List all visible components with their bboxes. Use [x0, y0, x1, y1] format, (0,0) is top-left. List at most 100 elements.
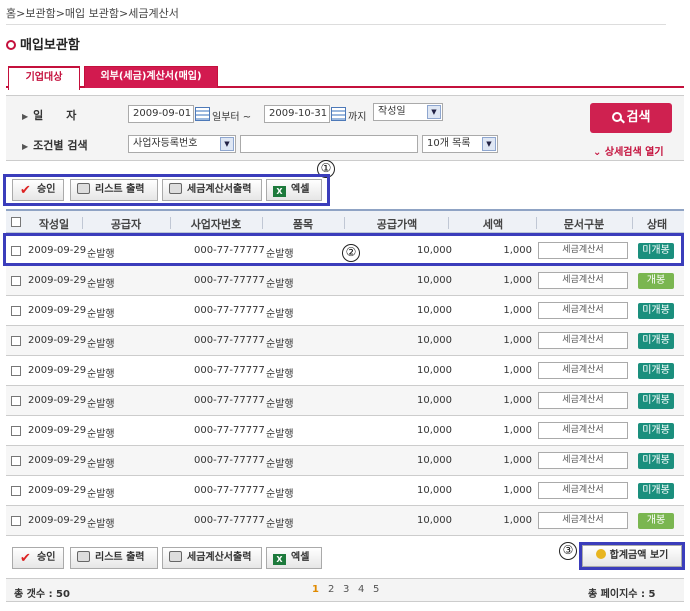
row-checkbox[interactable] [11, 486, 21, 496]
excel-icon: X [273, 186, 286, 197]
date-type-select[interactable]: 작성일 ▼ [373, 103, 443, 121]
header-divider [344, 217, 345, 229]
cell-supplier: 순발행 [87, 489, 115, 500]
header-item: 품목 [292, 218, 314, 231]
date-row-label: ▶ 일 자 [22, 109, 77, 122]
page-link-1[interactable]: 1 [312, 584, 319, 595]
page-link-5[interactable]: 5 [373, 584, 379, 595]
table-row[interactable]: 2009-09-29 순발행 000-77-77777 순발행 10,000 1,000 세… [6, 416, 684, 446]
annotation-marker-2: ② [342, 244, 360, 262]
page-link-4[interactable]: 4 [358, 584, 364, 595]
excel-button[interactable]: X 엑셀 [266, 547, 322, 569]
header-amount: 공급가액 [376, 218, 418, 231]
page-size-select[interactable]: 10개 목록 ▼ [422, 135, 498, 153]
select-all-checkbox[interactable] [11, 217, 21, 227]
total-pages: 총 페이지수 : 5 [588, 589, 656, 600]
doc-type-button[interactable]: 세금계산서 [538, 392, 628, 409]
total-count: 총 갯수 : 50 [14, 589, 70, 600]
table-row[interactable]: 2009-09-29 순발행 000-77-77777 순발행 10,000 1,000 세… [6, 296, 684, 326]
header-supplier: 공급자 [110, 218, 142, 231]
table-row[interactable]: 2009-09-29 순발행 000-77-77777 순발행 10,000 1,000 세… [6, 356, 684, 386]
cell-bizno: 000-77-77777 [194, 275, 265, 286]
doc-type-button[interactable]: 세금계산서 [538, 482, 628, 499]
tab-external-invoice[interactable]: 외부(세금)계산서(매입) [84, 66, 218, 88]
date-to-suffix: 까지 [348, 112, 367, 123]
header-divider [82, 217, 83, 229]
invoice-print-button[interactable]: 세금계산서출력 [162, 179, 262, 201]
printer-icon [169, 183, 182, 194]
table-row[interactable]: 2009-09-29 순발행 000-77-77777 순발행 10,000 1,000 세… [6, 476, 684, 506]
status-badge: 미개봉 [638, 363, 674, 379]
table-row[interactable]: 2009-09-29 순발행 000-77-77777 순발행 10,000 1,000 세… [6, 506, 684, 536]
cell-tax: 1,000 [503, 335, 532, 346]
excel-button[interactable]: X 엑셀 [266, 179, 322, 201]
row-checkbox[interactable] [11, 456, 21, 466]
cell-supplier: 순발행 [87, 519, 115, 530]
calendar-icon[interactable] [331, 107, 346, 121]
calendar-icon[interactable] [195, 107, 210, 121]
row-checkbox[interactable] [11, 276, 21, 286]
sum-amount-button[interactable]: 합계금액 보기 [582, 545, 682, 567]
cell-date: 2009-09-29 [28, 275, 87, 286]
condition-field-select[interactable]: 사업자등록번호 ▼ [128, 135, 236, 153]
status-badge: 미개봉 [638, 483, 674, 499]
list-print-button[interactable]: 리스트 출력 [70, 179, 158, 201]
page-link-2[interactable]: 2 [328, 584, 334, 595]
page-link-3[interactable]: 3 [343, 584, 349, 595]
doc-type-button[interactable]: 세금계산서 [538, 422, 628, 439]
row-checkbox[interactable] [11, 366, 21, 376]
approve-button[interactable]: ✔ 승인 [12, 179, 64, 201]
cell-amount: 10,000 [417, 455, 452, 466]
cell-item: 순발행 [266, 339, 294, 350]
annotation-marker-3: ③ [559, 542, 577, 560]
doc-type-button[interactable]: 세금계산서 [538, 272, 628, 289]
doc-type-button[interactable]: 세금계산서 [538, 452, 628, 469]
printer-icon [169, 551, 182, 562]
date-from-input[interactable]: 2009-09-01 [128, 105, 194, 123]
table-row[interactable]: 2009-09-29 순발행 000-77-77777 순발행 10,000 1,000 세… [6, 266, 684, 296]
approve-button[interactable]: ✔ 승인 [12, 547, 64, 569]
header-status: 상태 [646, 218, 668, 231]
cell-tax: 1,000 [503, 305, 532, 316]
cell-tax: 1,000 [503, 395, 532, 406]
row-checkbox[interactable] [11, 336, 21, 346]
table-row[interactable]: 2009-09-29 순발행 000-77-77777 순발행 10,000 1,000 세… [6, 446, 684, 476]
row-checkbox[interactable] [11, 396, 21, 406]
cell-bizno: 000-77-77777 [194, 455, 265, 466]
status-badge: 미개봉 [638, 453, 674, 469]
coin-icon [595, 549, 606, 559]
doc-type-button[interactable]: 세금계산서 [538, 512, 628, 529]
table-header: 작성일 공급자 사업자번호 품목 공급가액 세액 문서구분 상태 [6, 209, 684, 233]
search-panel: ▶ 일 자 2009-09-01 일부터 ~ 2009-10-31 까지 작성일 ▼… [6, 95, 684, 161]
cell-bizno: 000-77-77777 [194, 515, 265, 526]
list-print-button[interactable]: 리스트 출력 [70, 547, 158, 569]
tab-bar: 기업대상 외부(세금)계산서(매입) [6, 66, 684, 90]
cell-date: 2009-09-29 [28, 365, 87, 376]
condition-value-input[interactable] [240, 135, 418, 153]
doc-type-button[interactable]: 세금계산서 [538, 362, 628, 379]
excel-icon: X [273, 554, 286, 565]
row-checkbox[interactable] [11, 426, 21, 436]
date-to-input[interactable]: 2009-10-31 [264, 105, 330, 123]
advanced-search-link[interactable]: ⌄ 상세검색 열기 [593, 143, 664, 158]
table-row[interactable]: 2009-09-29 순발행 000-77-77777 순발행 10,000 1,000 세… [6, 386, 684, 416]
header-divider [536, 217, 537, 229]
header-date: 작성일 [38, 218, 70, 231]
title-bullet-icon [6, 40, 16, 50]
doc-type-button[interactable]: 세금계산서 [538, 332, 628, 349]
cell-supplier: 순발행 [87, 429, 115, 440]
tab-business[interactable]: 기업대상 [8, 66, 80, 90]
chevron-down-icon: ▼ [482, 137, 496, 151]
table-row[interactable]: 2009-09-29 순발행 000-77-77777 순발행 10,000 1,000 세… [6, 326, 684, 356]
cell-supplier: 순발행 [87, 309, 115, 320]
cell-supplier: 순발행 [87, 279, 115, 290]
doc-type-button[interactable]: 세금계산서 [538, 302, 628, 319]
cell-date: 2009-09-29 [28, 425, 87, 436]
cell-item: 순발행 [266, 429, 294, 440]
cell-bizno: 000-77-77777 [194, 425, 265, 436]
invoice-print-button[interactable]: 세금계산서출력 [162, 547, 262, 569]
row-checkbox[interactable] [11, 306, 21, 316]
cell-supplier: 순발행 [87, 399, 115, 410]
search-button[interactable]: 검색 [590, 103, 672, 133]
row-checkbox[interactable] [11, 516, 21, 526]
